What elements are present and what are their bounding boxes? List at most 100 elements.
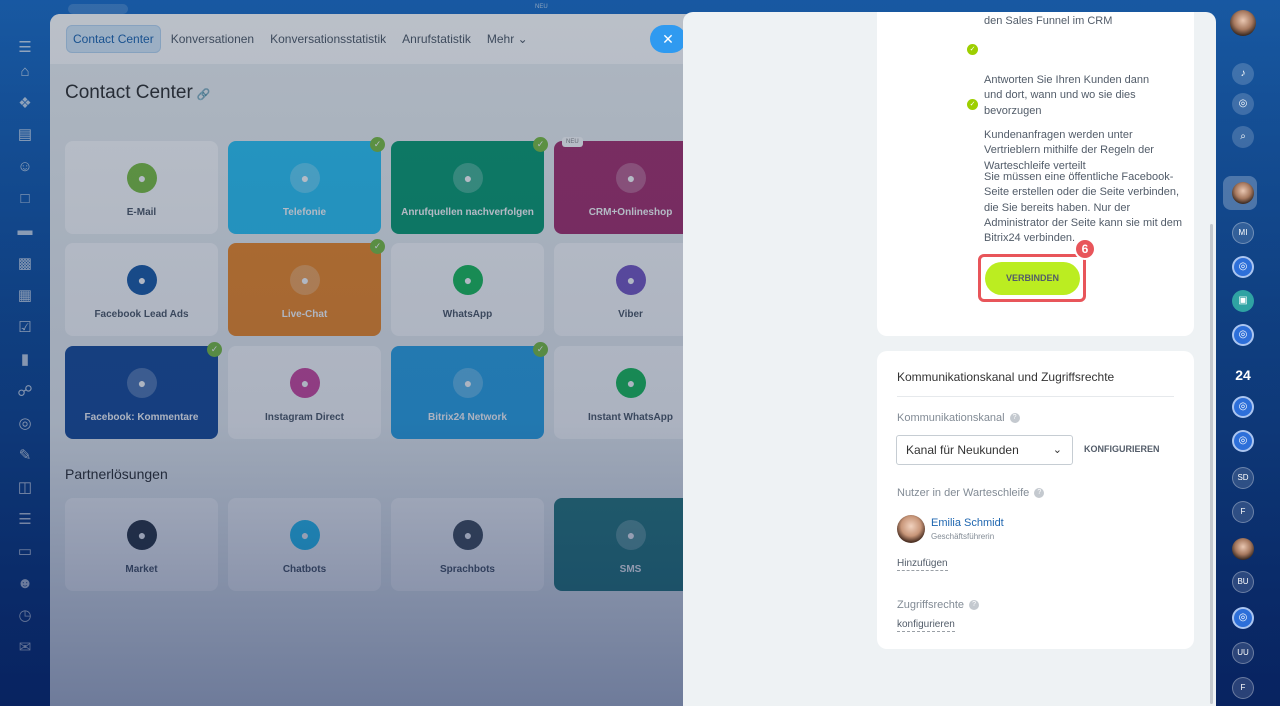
chat-icon[interactable]: ✉ (14, 637, 36, 659)
bar-chart-icon[interactable]: ▮ (14, 349, 36, 371)
tab-konversationsstatistik[interactable]: Konversationsstatistik (264, 26, 392, 52)
tab-anrufstatistik[interactable]: Anrufstatistik (396, 26, 477, 52)
help-icon[interactable]: ? (969, 600, 980, 611)
help-icon[interactable]: ? (1009, 413, 1020, 424)
chat-avatar[interactable] (1232, 538, 1254, 560)
market-icon: ● (127, 520, 157, 550)
partner-tile[interactable]: ● Market (65, 498, 218, 591)
channel-select[interactable]: Kanal für Neukunden ⌄ (896, 435, 1073, 465)
tab-mehr-label: Mehr (486, 32, 515, 46)
connect-button[interactable]: VERBINDEN (985, 262, 1080, 295)
openchannel-icon[interactable]: ◎ (1232, 324, 1254, 346)
mic-icon: ● (453, 520, 483, 550)
spiral-icon[interactable]: ◎ (1232, 93, 1254, 115)
group-icon[interactable]: ☻ (14, 573, 36, 595)
tile-label: E-Mail (126, 207, 157, 218)
shop-icon: ● (616, 163, 646, 193)
fb-comment-icon: ● (127, 368, 157, 398)
workspace-pill[interactable] (68, 4, 128, 14)
tile-label: Bitrix24 Network (428, 412, 507, 423)
page-title: Contact Center 🔗 (65, 82, 211, 104)
close-slider-button[interactable]: ✕ (650, 25, 686, 53)
card-icon[interactable]: ▬ (14, 220, 36, 242)
avatar[interactable] (897, 515, 925, 543)
checkbox-icon[interactable]: ☑ (14, 317, 36, 339)
building-icon[interactable]: ◫ (14, 477, 36, 499)
check-icon: ✓ (533, 342, 548, 357)
add-user-link[interactable]: Hinzufügen (897, 558, 948, 571)
help-icon[interactable]: ? (1034, 488, 1045, 499)
channel-tile[interactable]: ● Facebook: Kommentare ✓ (65, 342, 222, 439)
cart-icon[interactable]: ☍ (14, 381, 36, 403)
home-icon[interactable]: ⌂ (14, 61, 36, 83)
chat-avatar[interactable]: BU (1232, 571, 1254, 593)
partner-tile[interactable]: ● Sprachbots (391, 498, 544, 591)
access-label: Zugriffsrechte? (897, 599, 980, 611)
channel-tile[interactable]: ● Facebook Lead Ads (65, 243, 218, 336)
access-label-text: Zugriffsrechte (897, 599, 965, 611)
tile-label: Telefonie (282, 207, 327, 218)
tile-label: Facebook Lead Ads (94, 309, 189, 320)
mail-icon: ● (127, 163, 157, 193)
filter-icon[interactable]: ☰ (14, 509, 36, 531)
viber-icon: ● (616, 265, 646, 295)
pen-icon[interactable]: ✎ (14, 445, 36, 467)
counter-badge[interactable]: 24 (1230, 362, 1256, 388)
tile-label: Facebook: Kommentare (84, 412, 199, 423)
chat-avatar[interactable]: MI (1232, 222, 1254, 244)
channel-tile[interactable]: ● WhatsApp (391, 243, 544, 336)
puzzle-icon[interactable]: ❖ (14, 93, 36, 115)
screen-icon[interactable]: ▩ (14, 253, 36, 275)
tile-label: Live-Chat (281, 309, 328, 320)
chat-avatar[interactable]: F (1232, 501, 1254, 523)
tab-contact-center[interactable]: Contact Center (66, 25, 161, 53)
tab-mehr[interactable]: Mehr ⌄ (481, 26, 534, 52)
partner-tile[interactable]: ● Chatbots (228, 498, 381, 591)
calendar-icon[interactable]: ▦ (14, 285, 36, 307)
channel-tile[interactable]: ● E-Mail (65, 141, 218, 234)
openchannel-icon[interactable]: ◎ (1232, 607, 1254, 629)
facebook-info-text: Sie müssen eine öffentliche Facebook-Sei… (984, 171, 1183, 245)
channel-tile[interactable]: ● Anrufquellen nachverfolgen ✓ (391, 137, 548, 234)
whatsapp-icon: ● (616, 368, 646, 398)
bell-icon[interactable]: ♪ (1232, 63, 1254, 85)
check-icon: ✓ (370, 137, 385, 152)
channel-tile[interactable]: ● Instagram Direct (228, 346, 381, 439)
tab-konversationen[interactable]: Konversationen (165, 26, 260, 52)
profile-avatar[interactable] (1230, 10, 1256, 36)
search-chat-icon[interactable]: ⌕ (1232, 126, 1254, 148)
menu-icon[interactable]: ☰ (14, 37, 36, 59)
channel-tile[interactable]: ● Telefonie ✓ (228, 137, 385, 234)
check-icon: ✓ (967, 99, 978, 110)
channel-tile[interactable]: ● Bitrix24 Network ✓ (391, 342, 548, 439)
bullet-text: Kundenanfragen werden unter Vertrieblern… (984, 128, 1154, 172)
link-icon[interactable]: 🔗 (197, 89, 211, 101)
channel-access-card: Kommunikationskanal und Zugriffsrechte K… (877, 351, 1194, 649)
scrollbar[interactable] (1210, 224, 1213, 704)
chat-avatar[interactable]: F (1232, 677, 1254, 699)
openchannel-icon[interactable]: ◎ (1232, 396, 1254, 418)
chat-avatar[interactable]: UU (1232, 642, 1254, 664)
openchannel-icon[interactable]: ◎ (1232, 256, 1254, 278)
bot-icon: ● (290, 520, 320, 550)
openchannel-icon[interactable]: ◎ (1232, 430, 1254, 452)
user-name-link[interactable]: Emilia Schmidt (931, 517, 1004, 529)
chat-avatar[interactable] (1232, 182, 1254, 204)
file-icon[interactable]: □ (14, 188, 36, 210)
phone-icon: ● (290, 163, 320, 193)
configure-button[interactable]: KONFIGURIEREN (1084, 444, 1160, 454)
contacts-icon[interactable]: ☺ (14, 156, 36, 178)
chat-avatar[interactable]: SD (1232, 467, 1254, 489)
tv-icon[interactable]: ▭ (14, 541, 36, 563)
connect-highlight: VERBINDEN (978, 254, 1086, 302)
new-tag: NEU (535, 4, 548, 10)
target-icon[interactable]: ◎ (14, 413, 36, 435)
channel-tile[interactable]: ● Live-Chat ✓ (228, 239, 385, 336)
lock-icon[interactable]: ▣ (1232, 290, 1254, 312)
facebook-connect-slider: ✓ den Sales Funnel im CRM ✓ Antworten Si… (683, 12, 1216, 706)
bullet-item: ✓ den Sales Funnel im CRM (984, 14, 1112, 29)
clock-icon[interactable]: ◷ (14, 605, 36, 627)
tile-label: WhatsApp (442, 309, 493, 320)
document-icon[interactable]: ▤ (14, 124, 36, 146)
configure-access-link[interactable]: konfigurieren (897, 619, 955, 632)
